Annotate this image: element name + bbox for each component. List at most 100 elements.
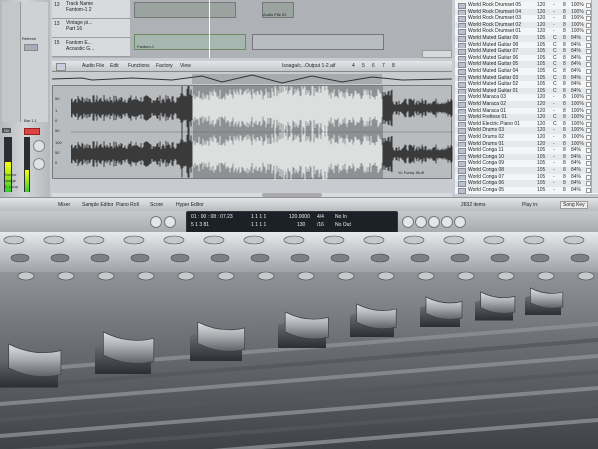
loop-cell: 120	[537, 8, 546, 15]
refresh-button[interactable]: Refresh	[22, 36, 36, 42]
transport-display: 01 : 00 : 08 : 07.23 5 1 3 81 1 1 1 1 1 …	[186, 211, 398, 232]
playhead[interactable]	[209, 0, 210, 58]
loop-cell: -	[553, 2, 555, 8]
console-knob	[330, 253, 350, 263]
loop-cell: C	[553, 87, 557, 94]
loop-cell: 105	[537, 167, 546, 173]
loop-cell: 120	[537, 21, 546, 28]
loop-cell: C	[553, 74, 557, 81]
track-header[interactable]: 15 Fantom E... Acoustic G...	[52, 38, 130, 57]
console-knob	[130, 253, 150, 263]
console-knob	[3, 235, 25, 245]
console-knob	[97, 271, 115, 281]
region[interactable]: Audio File 01	[262, 2, 294, 18]
tab-hyper-editor[interactable]: Hyper Editor	[176, 202, 204, 208]
tab-piano-roll[interactable]: Piano Roll	[116, 202, 139, 208]
track-header[interactable]: 13 Track Name Fantom-1 2	[52, 0, 130, 19]
overview-file-label: Isoaga/c...Output 1-2.aif	[282, 63, 336, 69]
loop-name: World Maraca 03	[468, 94, 506, 101]
loop-cell: C	[553, 114, 557, 121]
loop-cell: 120	[537, 127, 546, 134]
loop-cell: 120	[537, 15, 546, 22]
rewind-button[interactable]	[402, 216, 414, 228]
cycle-button[interactable]	[428, 216, 440, 228]
loop-cell: 105	[537, 35, 546, 41]
loop-name: World Rock Drumset 01	[468, 28, 521, 35]
region[interactable]	[252, 34, 384, 50]
menu-functions[interactable]: Functions	[128, 63, 150, 69]
loop-cell: 8	[563, 173, 566, 180]
record-button[interactable]	[441, 216, 453, 228]
loop-cell: 105	[537, 173, 546, 180]
inspector-button[interactable]	[24, 44, 38, 51]
loop-cell: -	[553, 186, 555, 193]
console-knob	[123, 235, 145, 245]
loop-icon	[458, 187, 466, 194]
forward-button[interactable]	[415, 216, 427, 228]
console-knob	[257, 271, 275, 281]
track-part: Part 16	[66, 26, 83, 32]
console-knob	[443, 235, 465, 245]
loop-cell: -	[553, 107, 555, 114]
loop-cell: 100%	[571, 114, 584, 121]
waveform-svg	[71, 86, 453, 180]
send-knob[interactable]	[33, 158, 45, 170]
record-button[interactable]	[24, 128, 40, 135]
ruler-label: 50	[55, 150, 60, 155]
loop-cell: C	[553, 41, 557, 48]
region[interactable]: Fantom-1	[134, 34, 246, 50]
loop-cell: 120	[537, 2, 546, 8]
console-knob	[203, 235, 225, 245]
loop-cell: 8	[563, 74, 566, 81]
loop-cell: 84%	[571, 87, 582, 94]
waveform-view[interactable]: 50 1 0 50 100 50 0 Yo Funky Stuff	[52, 85, 453, 180]
zoom-slider[interactable]	[422, 50, 452, 58]
time-signature: 4/4	[317, 214, 324, 220]
tab-score[interactable]: Score	[150, 202, 163, 208]
console-knob	[57, 271, 75, 281]
waveform-overview[interactable]	[51, 72, 453, 85]
loop-cell: 84%	[571, 68, 582, 74]
pan-knob[interactable]	[33, 140, 45, 152]
menu-edit[interactable]: Edit	[110, 63, 119, 69]
tab-sample-editor[interactable]: Sample Editor	[82, 202, 113, 208]
ruler-label: 100	[55, 140, 62, 145]
console-knob	[417, 271, 435, 281]
v-scrollbar[interactable]	[591, 0, 598, 193]
loop-cell: 100%	[571, 15, 584, 22]
region[interactable]	[134, 2, 236, 18]
loop-cell: 105	[537, 160, 546, 167]
menu-view[interactable]: View	[180, 63, 191, 69]
play-button[interactable]	[164, 216, 176, 228]
loop-cell: 105	[537, 68, 546, 74]
loop-cell: -	[553, 134, 555, 140]
loop-cell: 100%	[571, 107, 584, 114]
menu-audio-file[interactable]: Audio File	[82, 63, 104, 69]
loop-name: World Drums 01	[468, 140, 505, 147]
on-button[interactable]: On	[2, 128, 12, 133]
loop-cell: 8	[563, 2, 566, 8]
loop-cell: -	[553, 15, 555, 22]
menu-factory[interactable]: Factory	[156, 63, 173, 69]
link-button[interactable]	[56, 63, 66, 71]
console-knob	[290, 253, 310, 263]
loop-cell: -	[553, 8, 555, 15]
console-knob	[370, 253, 390, 263]
loop-browser: World Rock Drumset 05 120-8 100% World Rock…	[455, 0, 598, 194]
track-header[interactable]: 13 Vintage pi... Part 16	[52, 19, 130, 38]
list-item[interactable]: World Conga 05 105- 8 84%	[455, 186, 598, 194]
loop-cell: 105	[537, 153, 546, 160]
tempo-sub: 130	[297, 222, 306, 228]
metronome-button[interactable]	[454, 216, 466, 228]
stop-button[interactable]	[150, 216, 162, 228]
loop-name: World Muted Guitar 01	[468, 87, 519, 94]
loop-cell: -	[553, 21, 555, 28]
loop-cell: 100%	[571, 127, 584, 134]
key-select[interactable]: Song Key	[560, 201, 588, 209]
time-top: 01 : 00 : 08 : 07.23	[191, 214, 233, 220]
tab-mixer[interactable]: Mixer	[58, 202, 70, 208]
loop-cell: 120	[537, 114, 546, 121]
console-knob	[403, 235, 425, 245]
loop-name: World Muted Guitar 03	[468, 74, 519, 81]
loop-cell: 8	[563, 153, 566, 160]
